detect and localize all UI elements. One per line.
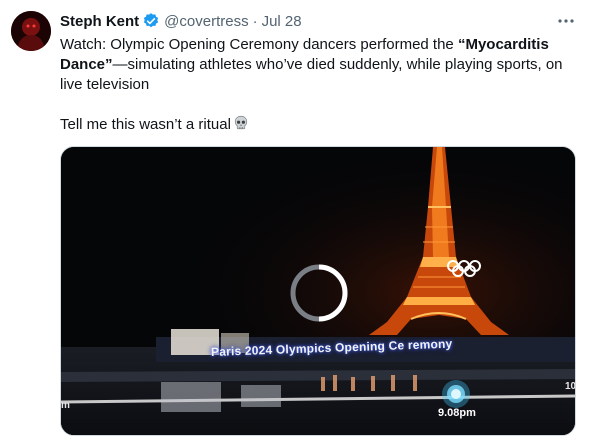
loading-spinner-icon [289, 263, 349, 323]
separator-dot: · [252, 12, 258, 30]
timeline-time-label: 9.08pm [438, 407, 476, 419]
scrubber-edge-right-label: 10 [565, 381, 576, 392]
more-options-icon[interactable] [555, 12, 577, 30]
scrubber-edge-left-label: m [61, 400, 70, 411]
skull-emoji-icon [233, 115, 249, 131]
author-handle[interactable]: @covertress [164, 13, 248, 30]
tweet-header: Steph Kent @covertress · Jul 28 [60, 11, 302, 31]
tweet-date[interactable]: Jul 28 [262, 13, 302, 30]
tweet[interactable]: Steph Kent @covertress · Jul 28 Watch: O… [0, 0, 597, 445]
video-player[interactable]: Paris 2024 Olympics Opening Ce remony m … [60, 146, 576, 436]
author-name[interactable]: Steph Kent [60, 13, 139, 30]
avatar[interactable] [11, 11, 51, 51]
tweet-paragraph-1: Watch: Olympic Opening Ceremony dancers … [60, 36, 563, 93]
tweet-paragraph-2: Tell me this wasn’t a ritual [60, 115, 580, 135]
tweet-text: Watch: Olympic Opening Ceremony dancers … [60, 35, 580, 135]
verified-badge-icon [142, 12, 160, 30]
